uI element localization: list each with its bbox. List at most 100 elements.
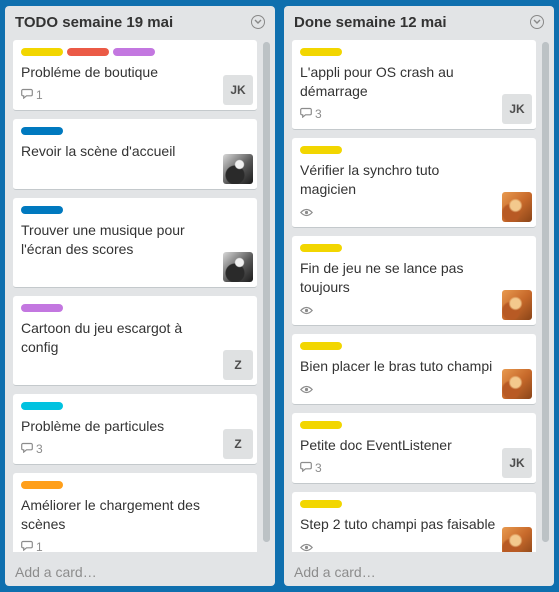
card-labels bbox=[300, 48, 528, 57]
card-labels bbox=[21, 206, 249, 215]
comment-icon bbox=[21, 442, 33, 456]
card-labels bbox=[21, 304, 249, 313]
card-labels bbox=[21, 402, 249, 411]
card[interactable]: Fin de jeu ne se lance pas toujours bbox=[292, 236, 536, 326]
card-list: Probléme de boutique 1 JK Revoir la scène d… bbox=[13, 40, 257, 552]
list-title[interactable]: Done semaine 12 mai bbox=[294, 14, 447, 31]
card[interactable]: Vérifier la synchro tuto magicien bbox=[292, 138, 536, 228]
card-title: Améliorer le chargement des scènes bbox=[21, 497, 200, 532]
list-title[interactable]: TODO semaine 19 mai bbox=[15, 14, 173, 31]
card-title: Revoir la scène d'accueil bbox=[21, 143, 176, 159]
card-labels bbox=[300, 421, 528, 430]
card-title: L'appli pour OS crash au démarrage bbox=[300, 64, 454, 99]
scrollbar-thumb[interactable] bbox=[542, 42, 549, 542]
card[interactable]: Petite doc EventListener 3 JK bbox=[292, 413, 536, 484]
eye-icon bbox=[300, 208, 313, 217]
card-label[interactable] bbox=[300, 342, 342, 350]
card-badges: 3 bbox=[300, 459, 528, 477]
scrollbar[interactable] bbox=[263, 42, 270, 542]
card-title: Cartoon du jeu escargot à config bbox=[21, 320, 183, 355]
card-title: Step 2 tuto champi pas faisable bbox=[300, 516, 496, 532]
card-list: L'appli pour OS crash au démarrage 3 JK Vér… bbox=[292, 40, 536, 552]
member-avatar[interactable]: JK bbox=[502, 448, 532, 478]
card-badges: 1 bbox=[21, 86, 249, 104]
member-avatar[interactable] bbox=[502, 290, 532, 320]
card-badges bbox=[21, 263, 249, 281]
card-labels bbox=[300, 500, 528, 509]
member-avatar[interactable] bbox=[502, 527, 532, 552]
member-avatar[interactable] bbox=[223, 252, 253, 282]
card-badges: 1 bbox=[21, 538, 249, 552]
comments-badge: 1 bbox=[21, 88, 43, 102]
member-avatar[interactable]: JK bbox=[502, 94, 532, 124]
list-todo: TODO semaine 19 mai Probléme de boutique… bbox=[5, 6, 275, 586]
list-menu-chevron-icon[interactable] bbox=[530, 15, 544, 29]
card-label[interactable] bbox=[21, 481, 63, 489]
scrollbar[interactable] bbox=[542, 42, 549, 542]
comment-count: 1 bbox=[36, 88, 43, 102]
list-header: TODO semaine 19 mai bbox=[5, 6, 275, 40]
member-avatar[interactable] bbox=[502, 369, 532, 399]
comment-count: 1 bbox=[36, 540, 43, 552]
comment-count: 3 bbox=[315, 107, 322, 121]
card-badges bbox=[300, 301, 528, 319]
comment-icon bbox=[300, 461, 312, 475]
member-avatar[interactable] bbox=[223, 154, 253, 184]
card-label[interactable] bbox=[300, 244, 342, 252]
card-badges bbox=[300, 538, 528, 552]
card[interactable]: Améliorer le chargement des scènes 1 bbox=[13, 473, 257, 552]
add-card-button[interactable]: Add a card… bbox=[294, 564, 376, 580]
card-label[interactable] bbox=[113, 48, 155, 56]
card-label[interactable] bbox=[21, 48, 63, 56]
card-badges: 3 bbox=[300, 105, 528, 123]
card-labels bbox=[21, 127, 249, 136]
comment-count: 3 bbox=[36, 442, 43, 456]
card-labels bbox=[300, 244, 528, 253]
card-label[interactable] bbox=[300, 48, 342, 56]
card-label[interactable] bbox=[300, 421, 342, 429]
card-label[interactable] bbox=[300, 500, 342, 508]
comments-badge: 1 bbox=[21, 540, 43, 552]
list-header: Done semaine 12 mai bbox=[284, 6, 554, 40]
card[interactable]: Cartoon du jeu escargot à config Z bbox=[13, 296, 257, 386]
member-avatar[interactable]: JK bbox=[223, 75, 253, 105]
card[interactable]: Step 2 tuto champi pas faisable bbox=[292, 492, 536, 552]
card-label[interactable] bbox=[21, 206, 63, 214]
card-labels bbox=[21, 481, 249, 490]
eye-icon bbox=[300, 385, 313, 394]
add-card-button[interactable]: Add a card… bbox=[15, 564, 97, 580]
card-badges bbox=[21, 361, 249, 379]
card-title: Problème de particules bbox=[21, 418, 165, 434]
card-labels bbox=[300, 146, 528, 155]
card[interactable]: Probléme de boutique 1 JK bbox=[13, 40, 257, 111]
member-avatar[interactable]: Z bbox=[223, 350, 253, 380]
card-badges bbox=[21, 165, 249, 183]
card-label[interactable] bbox=[300, 146, 342, 154]
card-label[interactable] bbox=[21, 304, 63, 312]
card-title: Fin de jeu ne se lance pas toujours bbox=[300, 260, 464, 295]
card-title: Vérifier la synchro tuto magicien bbox=[300, 162, 440, 197]
card-labels bbox=[21, 48, 249, 57]
card-label[interactable] bbox=[21, 402, 63, 410]
card[interactable]: Trouver une musique pour l'écran des sco… bbox=[13, 198, 257, 288]
card-title: Petite doc EventListener bbox=[300, 437, 452, 453]
member-avatar[interactable]: Z bbox=[223, 429, 253, 459]
card-badges bbox=[300, 380, 528, 398]
card[interactable]: Revoir la scène d'accueil bbox=[13, 119, 257, 190]
list-menu-chevron-icon[interactable] bbox=[251, 15, 265, 29]
card[interactable]: Problème de particules 3 Z bbox=[13, 394, 257, 465]
card-badges: 3 bbox=[21, 440, 249, 458]
list-done: Done semaine 12 mai L'appli pour OS cras… bbox=[284, 6, 554, 586]
comment-count: 3 bbox=[315, 461, 322, 475]
card-label[interactable] bbox=[21, 127, 63, 135]
comments-badge: 3 bbox=[300, 107, 322, 121]
card[interactable]: L'appli pour OS crash au démarrage 3 JK bbox=[292, 40, 536, 130]
comments-badge: 3 bbox=[300, 461, 322, 475]
card[interactable]: Bien placer le bras tuto champi bbox=[292, 334, 536, 405]
scrollbar-thumb[interactable] bbox=[263, 42, 270, 542]
eye-icon bbox=[300, 306, 313, 315]
member-avatar[interactable] bbox=[502, 192, 532, 222]
card-label[interactable] bbox=[67, 48, 109, 56]
eye-icon bbox=[300, 543, 313, 552]
comment-icon bbox=[21, 540, 33, 552]
